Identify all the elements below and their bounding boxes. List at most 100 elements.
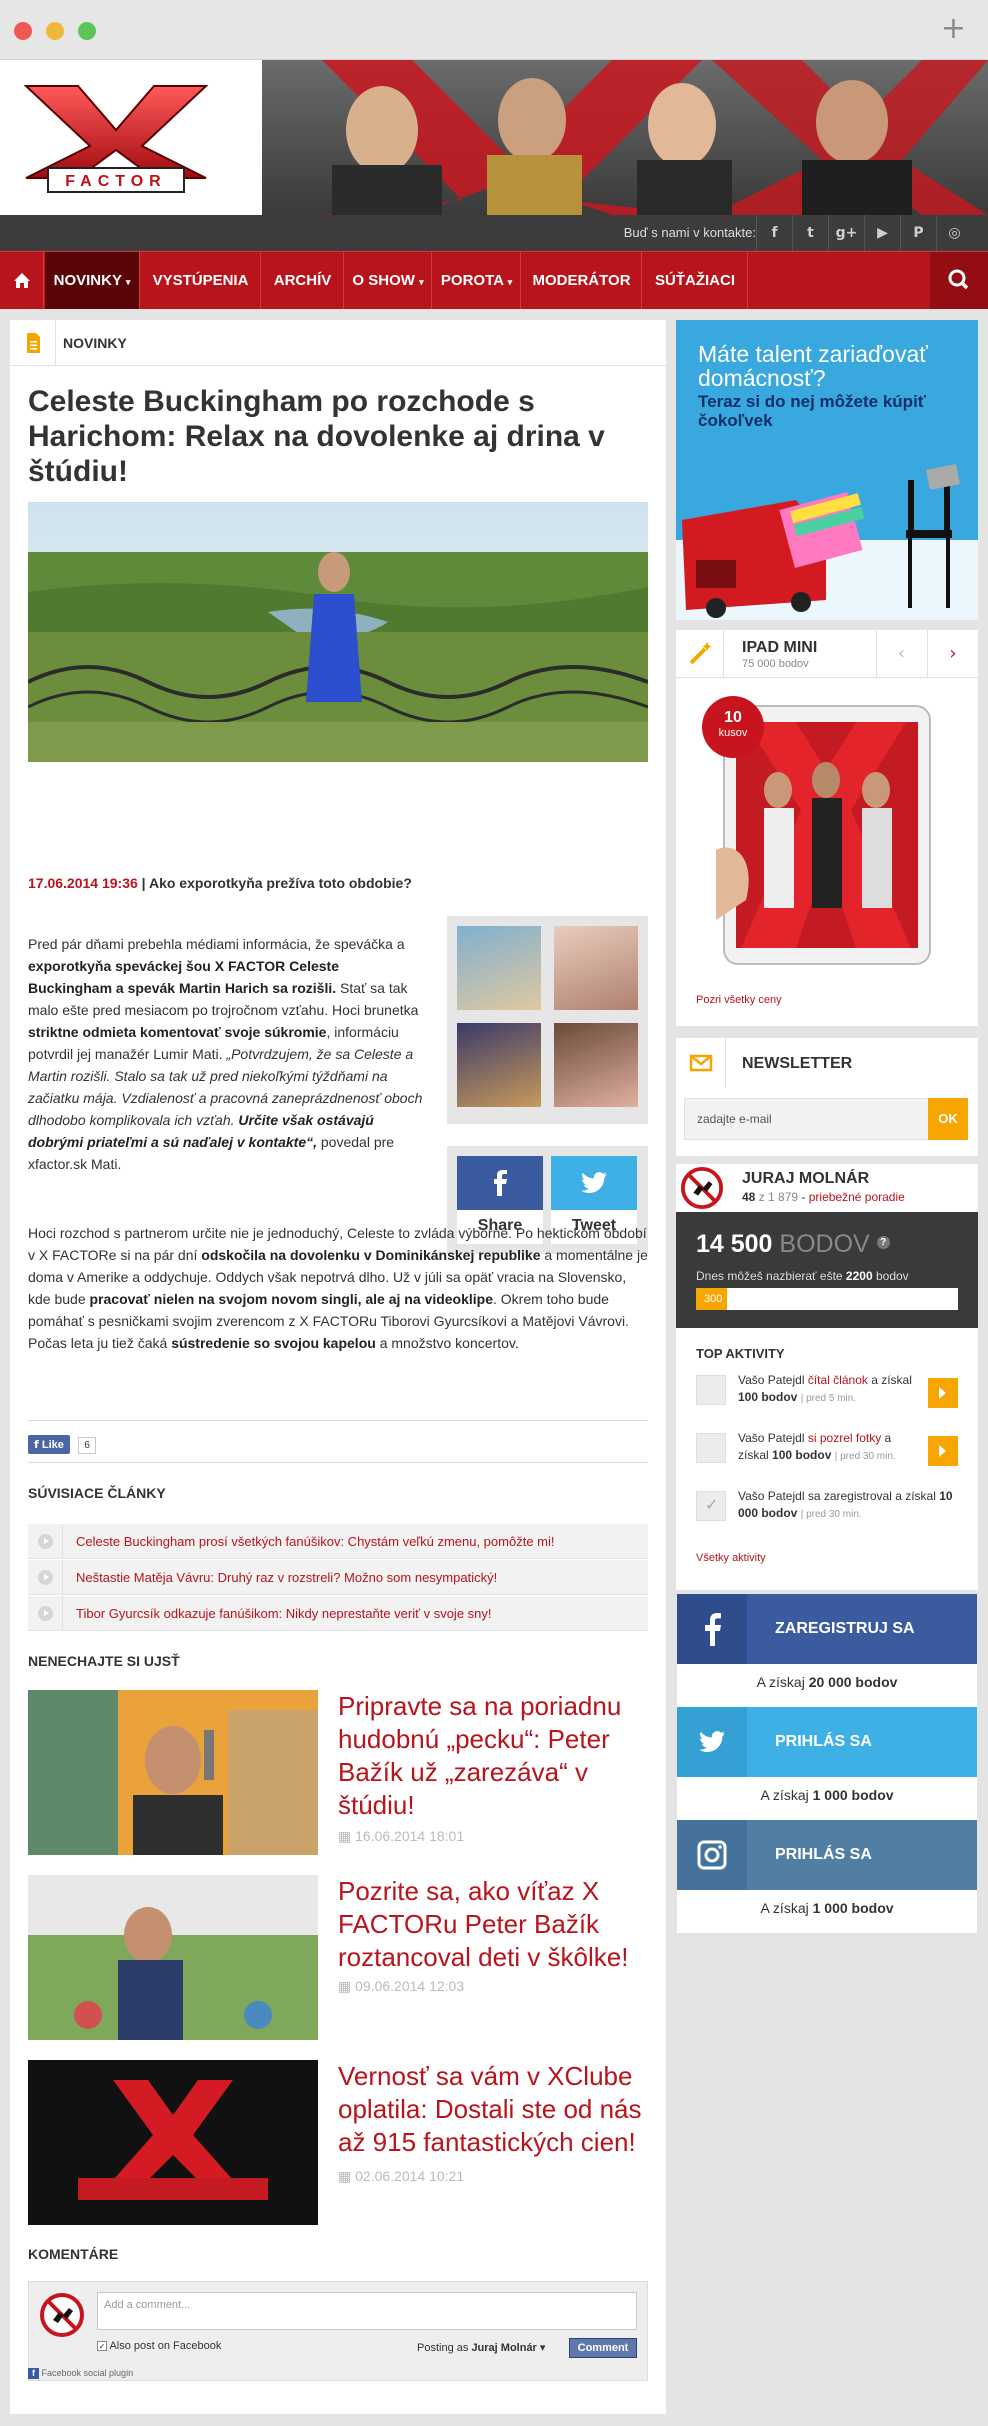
play-icon [28, 1596, 63, 1631]
teaser-title[interactable]: Pozrite sa, ako víťaz X FACTORu Peter Ba… [338, 1875, 648, 1974]
main-content: NOVINKY Celeste Buckingham po rozchode s… [10, 320, 666, 2414]
breadcrumb-label[interactable]: NOVINKY [63, 335, 127, 351]
search-icon [948, 269, 969, 290]
calendar-icon: ▦ [338, 1829, 352, 1845]
newsletter-email-input[interactable]: zadajte e-mail [684, 1098, 930, 1140]
facebook-plugin-label: f Facebook social plugin [28, 2368, 133, 2379]
facebook-icon: f [28, 2368, 39, 2379]
related-item[interactable]: Tibor Gyurcsík odkazuje fanúšikom: Nikdy… [28, 1596, 648, 1631]
document-icon [696, 1375, 726, 1405]
main-nav: NOVINKY ▾ VYSTÚPENIA ARCHÍV O SHOW ▾ POR… [0, 251, 988, 309]
article-dateline: 17.06.2014 19:36 | Ako exporotkyňa preží… [28, 875, 412, 891]
facebook-like-count: 6 [78, 1437, 96, 1454]
teaser-title[interactable]: Pripravte sa na poriadnu hudobnú „pecku“… [338, 1690, 648, 1822]
home-button[interactable] [0, 252, 44, 309]
nav-item-archiv[interactable]: ARCHÍV [262, 252, 344, 309]
nav-item-o-show[interactable]: O SHOW ▾ [345, 252, 432, 309]
avatar [40, 2293, 84, 2337]
all-prizes-link[interactable]: Pozri všetky ceny [696, 994, 782, 1006]
teaser-article[interactable]: Pripravte sa na poriadnu hudobnú „pecku“… [28, 1690, 648, 1855]
social-bar: Buď s nami v kontakte: f t g+ ▶ P ◎ [0, 215, 988, 251]
teaser-image [28, 1875, 318, 2040]
photo-icon [696, 1433, 726, 1463]
gallery-thumb[interactable] [554, 1023, 638, 1107]
checkmark-icon: ✓ [696, 1491, 726, 1521]
facebook-icon [677, 1594, 747, 1664]
facebook-like-button[interactable]: f Like [28, 1435, 70, 1454]
activity-go-button[interactable] [928, 1436, 958, 1466]
gallery-thumb[interactable] [457, 926, 541, 1010]
google-plus-icon[interactable]: g+ [828, 215, 864, 251]
all-activities-link[interactable]: Všetky aktivity [696, 1552, 766, 1564]
magic-wand-icon [676, 630, 724, 678]
prev-arrow-icon[interactable]: ‹ [876, 630, 926, 678]
teaser-date: ▦ 09.06.2014 12:03 [338, 1978, 465, 1995]
nav-item-novinky[interactable]: NOVINKY ▾ [45, 252, 140, 309]
nav-item-sutaziaci[interactable]: SÚŤAŽIACI [643, 252, 748, 309]
prize-points: 75 000 bodov [742, 658, 809, 670]
related-item[interactable]: Neštastie Matěja Vávru: Druhý raz v rozs… [28, 1560, 648, 1595]
nav-item-porota[interactable]: POROTA ▾ [433, 252, 521, 309]
logo-text: FACTOR [65, 173, 166, 190]
browser-chrome: + [0, 0, 988, 60]
article-date: 17.06.2014 19:36 [28, 875, 138, 891]
facebook-like-widget: f Like 6 [28, 1435, 96, 1455]
pinterest-icon[interactable]: P [900, 215, 936, 251]
comment-button[interactable]: Comment [569, 2338, 637, 2358]
newsletter-header: NEWSLETTER [676, 1038, 978, 1088]
user-name: JURAJ MOLNÁR [742, 1170, 870, 1187]
newsletter-ok-button[interactable]: OK [928, 1098, 968, 1140]
comment-box: Add a comment... ✓ Also post on Facebook… [28, 2281, 648, 2381]
login-twitter-button[interactable]: PRIHLÁS SA A získaj 1 000 bodov [677, 1707, 977, 1820]
login-instagram-button[interactable]: PRIHLÁS SA A získaj 1 000 bodov [677, 1820, 977, 1933]
nav-item-vystupenia[interactable]: VYSTÚPENIA [141, 252, 261, 309]
instagram-icon[interactable]: ◎ [936, 215, 972, 251]
teaser-date: ▦ 16.06.2014 18:01 [338, 1828, 465, 1845]
teaser-article[interactable]: Pozrite sa, ako víťaz X FACTORu Peter Ba… [28, 1875, 648, 2040]
article-lead: Ako exporotkyňa prežíva toto obdobie? [148, 875, 412, 891]
teaser-article[interactable]: Vernosť sa vám v XClube oplatila: Dostal… [28, 2060, 648, 2225]
gallery-thumb[interactable] [457, 1023, 541, 1107]
twitter-icon[interactable]: t [792, 215, 828, 251]
article-title: Celeste Buckingham po rozchode s Haricho… [28, 385, 605, 488]
help-icon[interactable]: ? [876, 1236, 890, 1249]
envelope-icon [676, 1038, 726, 1088]
user-widget: JURAJ MOLNÁR 48 z 1 879 - priebežné pora… [676, 1164, 978, 1590]
ad-subline: Teraz si do nej môžete kúpiť čokoľvek [698, 392, 926, 430]
activity-go-button[interactable] [928, 1378, 958, 1408]
divider [28, 1420, 648, 1421]
home-icon [14, 273, 30, 288]
points-progress-bar: 300 [696, 1288, 958, 1310]
gallery-thumb[interactable] [554, 926, 638, 1010]
minimize-dot[interactable] [46, 22, 64, 40]
ad-illustration [676, 464, 978, 620]
youtube-icon[interactable]: ▶ [864, 215, 900, 251]
related-title: SÚVISIACE ČLÁNKY [28, 1485, 166, 1501]
close-dot[interactable] [14, 22, 32, 40]
nav-item-moderator[interactable]: MODERÁTOR [522, 252, 642, 309]
twitter-icon [581, 1172, 607, 1194]
search-button[interactable] [930, 252, 988, 309]
teaser-title[interactable]: Vernosť sa vám v XClube oplatila: Dostal… [338, 2060, 648, 2159]
activity-item: Vašo Patejdl si pozrel fotky a získal 10… [696, 1430, 958, 1476]
prize-badge: 10 kusov [702, 696, 764, 758]
newsletter-widget: NEWSLETTER zadajte e-mail OK [676, 1038, 978, 1156]
instagram-icon [677, 1820, 747, 1890]
new-tab-icon[interactable]: + [941, 14, 966, 44]
facebook-icon[interactable]: f [756, 215, 792, 251]
also-post-checkbox[interactable]: ✓ Also post on Facebook [97, 2340, 221, 2352]
activity-item: Vašo Patejdl čítal článok a získal 100 b… [696, 1372, 958, 1418]
article-body-part1: Pred pár dňami prebehla médiami informác… [28, 936, 423, 1172]
maximize-dot[interactable] [78, 22, 96, 40]
next-arrow-icon[interactable]: › [927, 630, 978, 678]
article-body-part2: Hoci rozchod s partnerom určite nie je j… [28, 1225, 648, 1351]
related-item[interactable]: Celeste Buckingham prosí všetkých fanúši… [28, 1524, 648, 1559]
points-panel: 14 500 BODOV ? Dnes môžeš nazbierať ešte… [676, 1212, 978, 1328]
ranking-link[interactable]: priebežné poradie [809, 1190, 905, 1204]
comment-input[interactable]: Add a comment... [97, 2292, 637, 2330]
social-label: Buď s nami v kontakte: [623, 225, 756, 240]
ad-banner[interactable]: Máte talent zariaďovať domácnosť? Teraz … [676, 320, 978, 620]
x-factor-logo[interactable]: FACTOR [18, 80, 214, 198]
register-facebook-button[interactable]: ZAREGISTRUJ SA A získaj 20 000 bodov [677, 1594, 977, 1707]
user-rank: 48 z 1 879 - priebežné poradie [742, 1190, 905, 1204]
